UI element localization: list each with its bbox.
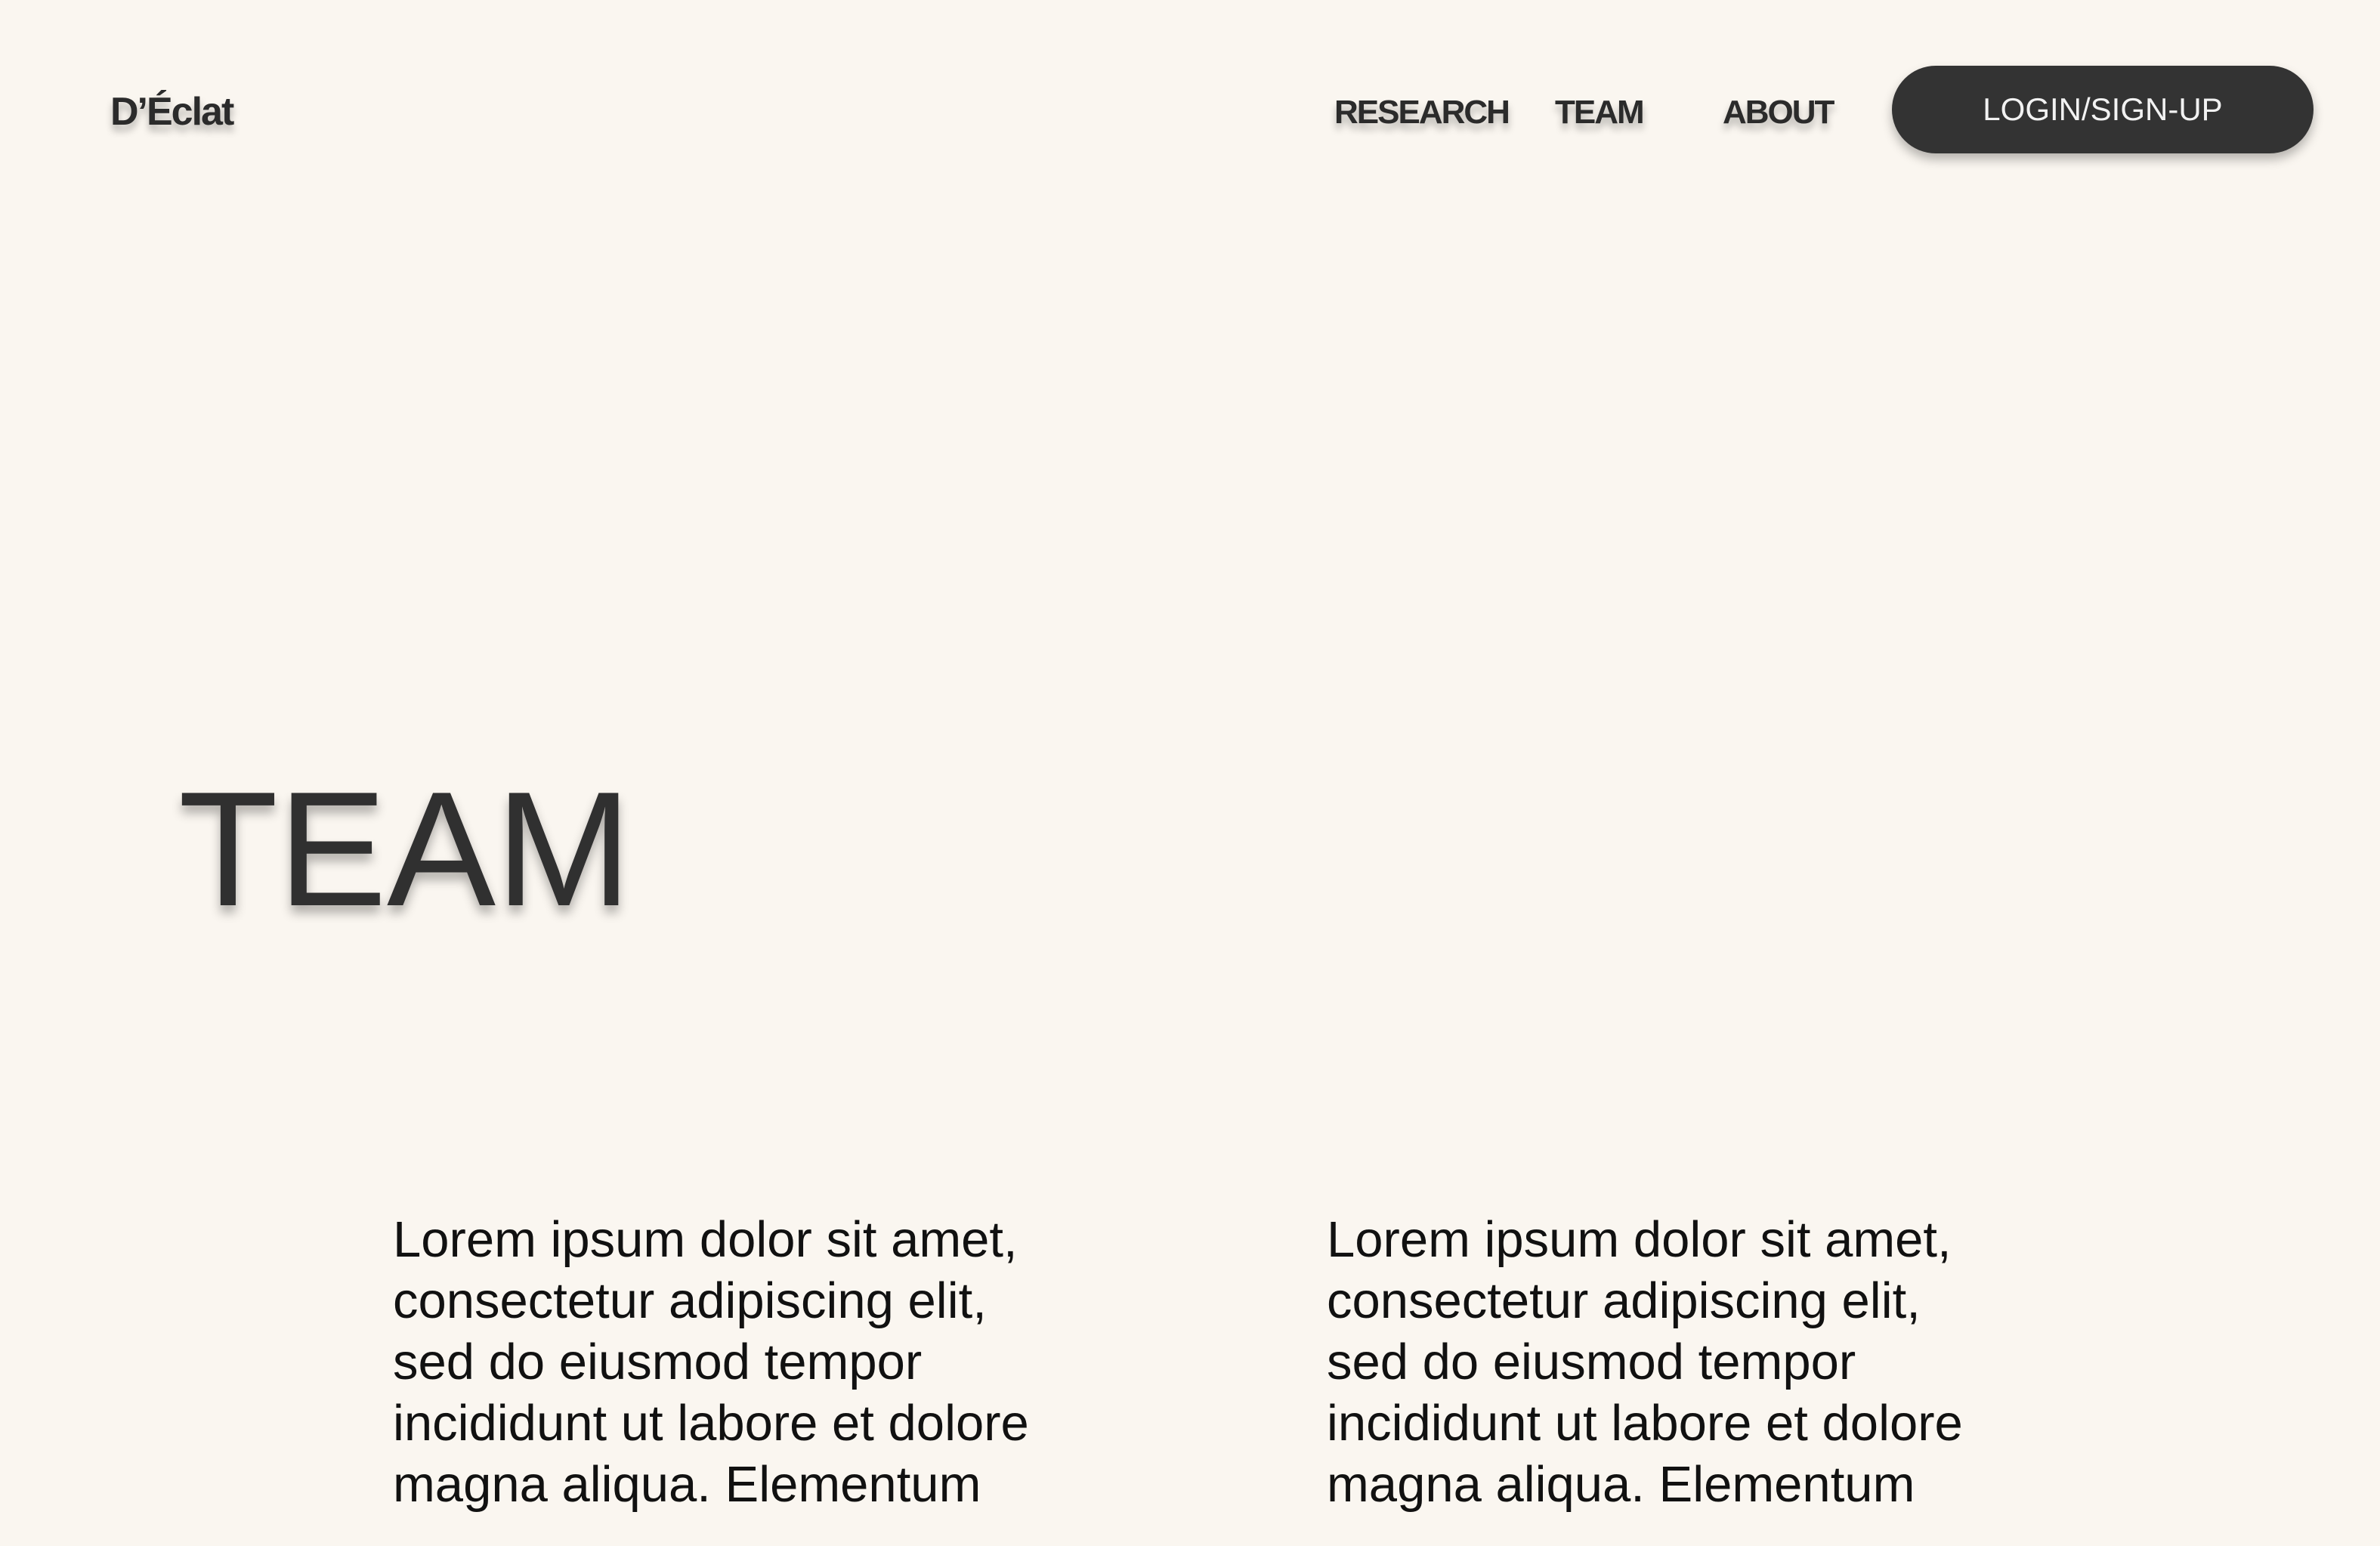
nav-link-research[interactable]: RESEARCH	[1334, 94, 1510, 131]
nav-link-about[interactable]: ABOUT	[1723, 94, 1834, 131]
nav-link-team[interactable]: TEAM	[1555, 94, 1645, 131]
team-member-bio-2: Lorem ipsum dolor sit amet, consectetur …	[1327, 1211, 1963, 1513]
page: D’Éclat RESEARCH TEAM ABOUT LOGIN/SIGN-U…	[0, 0, 2380, 1546]
team-member-bio-1: Lorem ipsum dolor sit amet, consectetur …	[393, 1211, 1029, 1513]
logo[interactable]: D’Éclat	[110, 89, 234, 135]
login-signup-button[interactable]: LOGIN/SIGN-UP	[1892, 66, 2314, 153]
page-title: TEAM	[178, 757, 632, 940]
